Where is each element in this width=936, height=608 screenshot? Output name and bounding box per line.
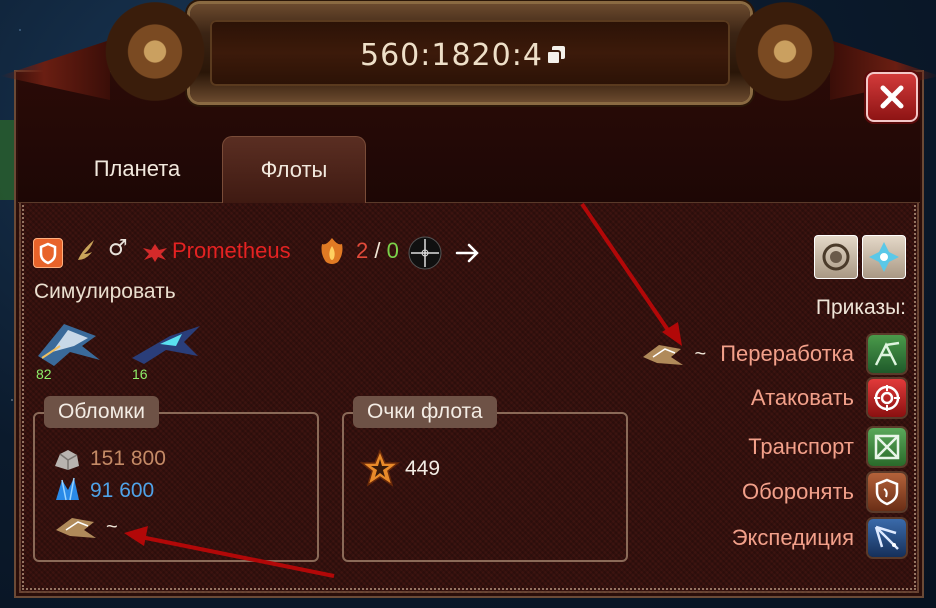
fleet-points-value: 449 [405,457,441,480]
close-icon [880,85,904,109]
metal-icon [55,450,79,470]
order-expedition[interactable]: Экспедиция [732,517,906,559]
debris-recycler-time: ~ [106,516,118,538]
ornament-emblem-left [90,2,220,112]
order-defend[interactable]: Оборонять [742,471,906,513]
alliance-rank-icon [78,240,94,260]
tab-planet[interactable]: Планета [66,136,208,202]
ornament-emblem-right [720,2,850,112]
debris-crystal-amount: 91 600 [90,479,155,502]
space-planet-edge [0,120,14,200]
attack-count: 2 [356,238,369,263]
recycle-order-icon [868,335,906,373]
order-defend-label: Оборонять [741,479,854,504]
order-attack[interactable]: Атаковать [751,377,906,419]
copy-icon[interactable] [545,44,567,66]
ship-icon-fighter[interactable] [130,318,202,368]
male-gender-icon: ♂ [108,236,128,261]
ship-icon-cruiser[interactable] [34,316,104,370]
shield-status-icon [33,238,63,268]
order-expedition-label: Экспедиция [731,525,854,550]
close-button[interactable] [866,72,918,122]
attack-order-icon [868,379,906,417]
defense-count: 0 [386,238,399,263]
gate-ring-icon[interactable] [814,235,858,279]
arrow-right-icon[interactable] [454,241,482,265]
order-recycle[interactable]: ~ Переработка [641,333,906,375]
order-transport[interactable]: Транспорт [748,426,906,468]
ratio-separator: / [374,238,381,263]
scanner-icon[interactable] [862,235,906,279]
fleet-points-title: Очки флота [353,396,497,428]
defend-order-icon [868,473,906,511]
simulate-link[interactable]: Симулировать [34,280,176,304]
expedition-order-icon [868,519,906,557]
debris-title: Обломки [44,396,159,428]
transport-order-icon [868,428,906,466]
crystal-icon [56,477,79,501]
crosshair-icon[interactable] [408,236,442,270]
planet-coordinates: 560:1820:4 [360,38,543,73]
debris-metal-amount: 151 800 [90,447,166,470]
battle-ratio: 2 / 0 [356,238,399,264]
star-rank-icon [360,449,400,487]
order-transport-label: Транспорт [748,434,854,459]
tab-fleets[interactable]: Флоты [222,136,366,203]
order-attack-label: Атаковать [750,385,854,410]
order-recycle-label: Переработка [720,341,854,366]
race-emblem-icon [143,244,167,262]
ship-count: 16 [132,366,148,382]
player-name[interactable]: Prometheus [172,238,291,264]
order-recycle-time: ~ [694,342,707,365]
ship-count: 82 [36,366,52,382]
flame-rank-icon [321,238,343,264]
orders-title: Приказы: [815,296,906,319]
recycler-icon [56,518,96,538]
recycler-icon [642,345,683,365]
